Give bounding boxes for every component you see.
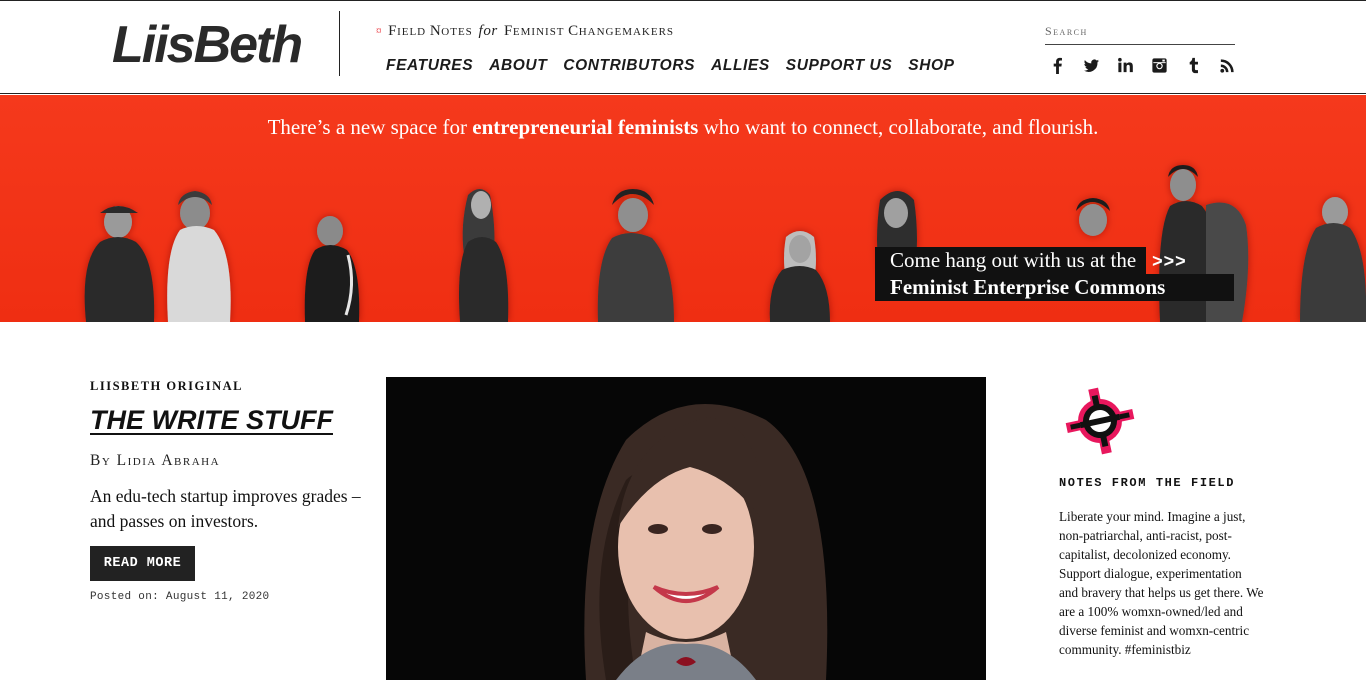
nav-item-shop[interactable]: SHOP [908,57,954,75]
notes-title: NOTES FROM THE FIELD [1059,476,1236,490]
header-divider [339,11,340,76]
article-photo[interactable] [386,377,986,680]
site-tagline: ¤ Field Notes for Feminist Changemakers [376,23,675,39]
article-excerpt: An edu-tech startup improves grades – an… [90,486,361,531]
read-more-button[interactable]: READ MORE [90,546,195,581]
cta-line1: Come hang out with us at the [875,247,1147,274]
article-kicker: LIISBETH ORIGINAL [90,379,243,393]
nav-item-features[interactable]: FEATURES [386,57,473,75]
nav-item-about[interactable]: ABOUT [489,57,547,75]
social-links [1048,56,1237,75]
facebook-icon[interactable] [1048,56,1067,75]
article-byline: By Lidia Abraha [90,452,221,469]
notes-body: Liberate your mind. Imagine a just, non-… [1059,509,1264,657]
nav-item-contributors[interactable]: CONTRIBUTORS [563,57,695,75]
search-input[interactable] [1045,19,1235,43]
twitter-icon[interactable] [1082,56,1101,75]
instagram-icon[interactable] [1150,56,1169,75]
search-box [1045,19,1235,45]
article-title-link[interactable]: THE WRITE STUFF [90,405,333,436]
cta-arrow-icon: >>> [1152,251,1187,271]
cta-line2: Feminist Enterprise Commons [875,274,1234,301]
rss-icon[interactable] [1218,56,1237,75]
commons-cta[interactable]: Come hang out with us at the >>> Feminist… [875,247,1234,301]
hero-banner[interactable]: There’s a new space for entrepreneurial … [0,95,1366,322]
banner-headline: There’s a new space for entrepreneurial … [267,115,1099,139]
notes-field-icon [1060,385,1140,457]
nav-item-support-us[interactable]: SUPPORT US [786,57,893,75]
tumblr-icon[interactable] [1184,56,1203,75]
tagline-mark-icon: ¤ [376,25,383,37]
site-logo[interactable]: LiisBeth [112,15,303,75]
nav-item-allies[interactable]: ALLIES [711,57,770,75]
linkedin-icon[interactable] [1116,56,1135,75]
posted-date: Posted on: August 11, 2020 [90,591,270,603]
site-header: LiisBeth ¤ Field Notes for Feminist Chang… [0,1,1366,94]
portrait-image [386,377,986,680]
main-nav: FEATURES ABOUT CONTRIBUTORS ALLIES SUPPO… [386,57,955,75]
